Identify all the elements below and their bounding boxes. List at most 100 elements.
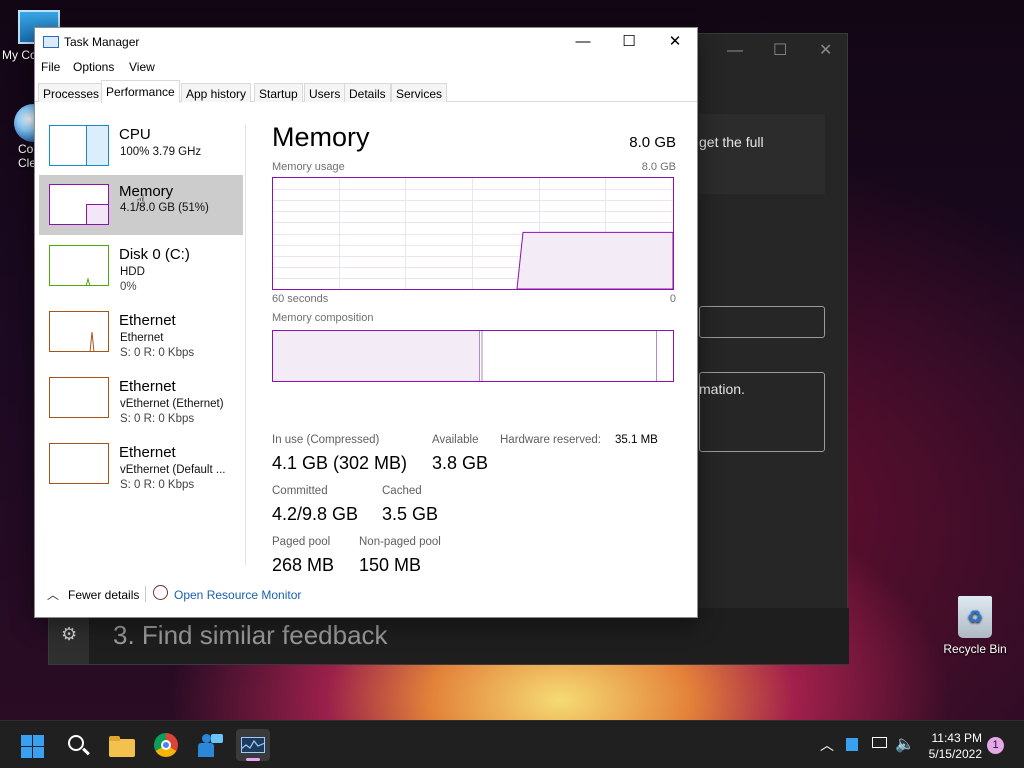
tab-startup[interactable]: Startup — [254, 83, 303, 102]
footer-divider — [145, 586, 146, 602]
clock-time: 11:43 PM — [931, 731, 982, 745]
fewer-details-button[interactable]: Fewer details — [68, 588, 139, 602]
sidebar-item-detail: Ethernet — [120, 332, 164, 344]
task-manager-icon[interactable] — [236, 729, 270, 761]
available-label: Available — [432, 434, 479, 446]
sidebar-item-label: Memory — [119, 183, 174, 200]
disk-mini-graph — [49, 245, 109, 286]
chevron-up-icon[interactable]: ︿ — [47, 586, 59, 603]
sidebar-item-label: Ethernet — [119, 378, 176, 395]
tab-performance[interactable]: Performance — [101, 80, 180, 103]
mouse-cursor-icon: ☝ — [136, 193, 146, 210]
paged-pool-value: 268 MB — [272, 555, 335, 575]
memory-usage-label: Memory usage — [272, 161, 345, 173]
network-icon[interactable] — [872, 737, 887, 748]
ethernet-mini-graph — [49, 377, 109, 418]
memory-usage-max: 8.0 GB — [641, 161, 676, 173]
tab-services[interactable]: Services — [391, 83, 448, 102]
sidebar-item-ethernet-2[interactable]: Ethernet vEthernet (Ethernet) S: 0 R: 0 … — [39, 372, 243, 432]
recycle-bin-icon: ♻ — [958, 596, 992, 638]
sidebar-item-detail: HDD — [120, 266, 145, 278]
desktop-icon-label: Recycle Bin — [943, 642, 1007, 656]
open-resource-monitor-link[interactable]: Open Resource Monitor — [174, 588, 301, 602]
sidebar-item-ethernet-1[interactable]: Ethernet Ethernet S: 0 R: 0 Kbps — [39, 306, 243, 366]
non-paged-pool-value: 150 MB — [359, 555, 422, 575]
close-button[interactable]: ✕ — [652, 28, 698, 56]
cached-value: 3.5 GB — [382, 504, 439, 524]
total-memory: 8.0 GB — [629, 134, 676, 151]
volume-icon[interactable]: 🔈 — [895, 734, 915, 768]
chevron-up-icon[interactable]: ︿ — [820, 735, 834, 768]
file-explorer-icon[interactable] — [106, 729, 138, 761]
title-bar[interactable]: Task Manager — ☐ ✕ — [35, 28, 697, 56]
start-icon[interactable] — [18, 729, 50, 761]
search-icon[interactable] — [62, 729, 94, 761]
time-axis-label: 60 seconds — [272, 293, 329, 305]
info-text-fragment: get the full — [699, 134, 764, 150]
composition-standby — [656, 331, 657, 381]
sidebar-item-detail: vEthernet (Default ... — [120, 464, 226, 476]
ethernet-mini-graph — [49, 443, 109, 484]
task-manager-app-icon — [43, 36, 59, 48]
composition-in-use — [273, 331, 480, 381]
sidebar-item-cpu[interactable]: CPU 100% 3.79 GHz — [39, 120, 243, 180]
sidebar-item-disk[interactable]: Disk 0 (C:) HDD 0% — [39, 240, 243, 300]
resource-monitor-icon — [153, 585, 168, 600]
close-icon[interactable]: ✕ — [819, 40, 832, 60]
sidebar-item-label: Ethernet — [119, 444, 176, 461]
ethernet-mini-graph — [49, 311, 109, 352]
clock-date: 5/15/2022 — [928, 747, 982, 761]
pane-divider — [245, 125, 246, 565]
task-manager-window[interactable]: Task Manager — ☐ ✕ File Options View Pro… — [34, 27, 698, 618]
available-value: 3.8 GB — [432, 453, 489, 473]
memory-composition-bar — [272, 330, 674, 382]
memory-composition-label: Memory composition — [272, 312, 374, 324]
desktop-icon-recycle-bin[interactable]: ♻ Recycle Bin — [940, 596, 1010, 656]
menu-file[interactable]: File — [41, 60, 60, 74]
sidebar-item-label: CPU — [119, 126, 151, 143]
in-use-label: In use (Compressed) — [272, 434, 380, 446]
hardware-reserved-label: Hardware reserved: — [500, 434, 601, 446]
sidebar-item-detail: 100% 3.79 GHz — [120, 146, 202, 158]
step-title: 3. Find similar feedback — [113, 620, 388, 650]
maximize-button[interactable]: ☐ — [606, 28, 652, 56]
hardware-reserved-value: 35.1 MB — [615, 434, 658, 446]
taskbar: ︿ 🔈 11:43 PM 5/15/2022 1 — [0, 720, 1024, 768]
system-clock[interactable]: 11:43 PM 5/15/2022 — [929, 730, 982, 762]
memory-mini-graph — [49, 184, 109, 225]
notification-badge[interactable]: 1 — [987, 737, 1004, 754]
info-panel — [699, 114, 825, 194]
tab-strip: Processes Performance App history Startu… — [35, 80, 697, 103]
cached-label: Cached — [382, 485, 422, 497]
description-text-fragment: mation. — [699, 381, 745, 397]
time-axis-end: 0 — [669, 293, 676, 305]
page-title: Memory — [272, 122, 370, 152]
menu-view[interactable]: View — [129, 60, 155, 74]
tab-users[interactable]: Users — [304, 83, 346, 102]
chrome-icon[interactable] — [150, 729, 182, 761]
text-field[interactable] — [699, 306, 825, 338]
tray-app-icon[interactable] — [846, 738, 858, 751]
tab-details[interactable]: Details — [344, 83, 391, 102]
composition-modified — [481, 331, 483, 381]
sidebar-item-memory[interactable]: Memory 4.1/8.0 GB (51%) ☝ — [39, 175, 243, 235]
paged-pool-label: Paged pool — [272, 536, 331, 548]
memory-usage-area — [516, 231, 673, 289]
minimize-button[interactable]: — — [560, 28, 606, 56]
memory-usage-graph — [272, 177, 674, 290]
sidebar-item-ethernet-3[interactable]: Ethernet vEthernet (Default ... S: 0 R: … — [39, 438, 243, 498]
menu-options[interactable]: Options — [73, 60, 114, 74]
minimize-icon[interactable]: — — [727, 42, 743, 60]
maximize-icon[interactable]: ☐ — [773, 40, 787, 60]
sidebar-item-label: Ethernet — [119, 312, 176, 329]
task-manager-footer: ︿ Fewer details Open Resource Monitor — [35, 584, 697, 608]
cpu-mini-graph — [49, 125, 109, 166]
in-use-value: 4.1 GB (302 MB) — [272, 453, 408, 473]
tab-app-history[interactable]: App history — [181, 83, 252, 102]
tab-processes[interactable]: Processes — [38, 83, 105, 102]
gear-icon[interactable]: ⚙ — [61, 624, 77, 645]
committed-label: Committed — [272, 485, 328, 497]
sidebar-item-throughput: S: 0 R: 0 Kbps — [120, 347, 195, 359]
sidebar-item-usage: 0% — [120, 281, 137, 293]
feedback-hub-icon[interactable] — [194, 729, 226, 761]
